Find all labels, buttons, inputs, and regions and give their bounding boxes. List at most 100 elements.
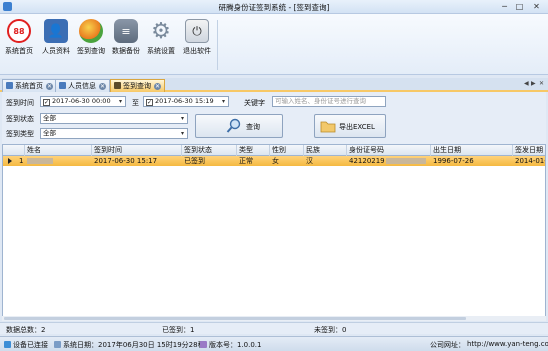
header-sign-status[interactable]: 签到状态 xyxy=(182,145,237,156)
cell-gender: 女 xyxy=(272,157,279,165)
sign-records-table: 姓名 签到时间 签到状态 类型 性别 民族 身份证号码 出生日期 签发日期 1 … xyxy=(2,144,546,321)
tab-sign-label: 签到查询 xyxy=(123,82,151,90)
redacted-name xyxy=(27,158,53,164)
cell-name xyxy=(25,156,92,166)
scrollbar-thumb[interactable] xyxy=(4,317,466,320)
window-title: 研腾身份证签到系统 - [签到查询] xyxy=(218,3,330,12)
cell-ethnicity: 汉 xyxy=(306,157,313,165)
chevron-down-icon: ▾ xyxy=(180,130,184,137)
horizontal-scrollbar[interactable] xyxy=(2,316,546,321)
query-button-label: 查询 xyxy=(246,123,260,131)
sign-status-value: 全部 xyxy=(43,114,56,122)
header-type[interactable]: 类型 xyxy=(237,145,270,156)
sign-status-select[interactable]: 全部 ▾ xyxy=(40,113,188,124)
version-text: 版本号：1.0.0.1 xyxy=(209,341,262,349)
exit-button[interactable]: ⏻ 退出软件 xyxy=(180,17,214,73)
chevron-down-icon: ▾ xyxy=(180,115,184,122)
folder-icon xyxy=(320,118,336,134)
system-date-text: 系统日期：2017年06月30日 15时19分28秒 xyxy=(63,341,205,349)
person-info-button[interactable]: 👤 人员资料 xyxy=(39,17,73,73)
tab-person-info[interactable]: 人员信息 ✕ xyxy=(55,79,110,92)
tab-scroll-right-icon[interactable]: ▶ xyxy=(531,80,536,87)
to-label: 至 xyxy=(132,99,139,107)
power-icon: ⏻ xyxy=(185,19,209,43)
version-icon xyxy=(200,341,207,348)
company-site-label: 公司网址： xyxy=(430,341,465,349)
header-ethnicity[interactable]: 民族 xyxy=(304,145,347,156)
total-count: 数据总数：2 xyxy=(6,326,46,334)
tab-scroll-left-icon[interactable]: ◀ xyxy=(524,80,529,87)
home-tab-icon xyxy=(6,82,13,89)
title-bar: 研腾身份证签到系统 - [签到查询] ─ □ ✕ xyxy=(0,0,548,14)
home-button[interactable]: 88 系统首页 xyxy=(2,17,36,73)
minimize-button[interactable]: ─ xyxy=(497,1,512,12)
end-checkbox[interactable]: ✓ xyxy=(146,99,153,106)
home-88-icon: 88 xyxy=(7,19,31,43)
settings-button[interactable]: ⚙ 系统设置 xyxy=(144,17,178,73)
tab-person-label: 人员信息 xyxy=(68,82,96,90)
cell-type: 正常 xyxy=(239,157,253,165)
calendar-icon[interactable]: ▾ xyxy=(219,97,228,106)
export-excel-button[interactable]: 导出EXCEL xyxy=(314,114,386,138)
header-name[interactable]: 姓名 xyxy=(25,145,92,156)
signed-count: 已签到：1 xyxy=(162,326,195,334)
sign-type-select[interactable]: 全部 ▾ xyxy=(40,128,188,139)
backup-button[interactable]: ≡ 数据备份 xyxy=(109,17,143,73)
maximize-button[interactable]: □ xyxy=(512,1,527,12)
id-number-value: 42120219 xyxy=(349,157,385,165)
tab-home[interactable]: 系统首页 ✕ xyxy=(2,79,57,92)
cell-sign-status: 已签到 xyxy=(184,157,205,165)
start-checkbox[interactable]: ✓ xyxy=(43,99,50,106)
cell-issue-date: 2014-01-28 xyxy=(515,157,545,165)
tab-home-label: 系统首页 xyxy=(15,82,43,90)
sign-status-label: 签到状态 xyxy=(6,115,34,123)
cell-sign-time: 2017-06-30 15:17 xyxy=(94,157,158,165)
device-icon xyxy=(4,341,11,348)
table-row[interactable]: 1 2017-06-30 15:17 已签到 正常 女 汉 42120219 1… xyxy=(3,156,545,166)
tab-bar: 系统首页 ✕ 人员信息 ✕ 签到查询 ✕ ◀ ▶ ✕ xyxy=(0,78,548,92)
end-date-value: 2017-06-30 15:19 xyxy=(155,97,214,105)
unsigned-count: 未签到：0 xyxy=(314,326,347,334)
end-date-picker[interactable]: ✓ 2017-06-30 15:19 ▾ xyxy=(143,96,229,107)
device-status-text: 设备已连接 xyxy=(13,341,48,349)
keyword-placeholder: 可输入姓名、身份证号进行查询 xyxy=(275,97,366,105)
redacted-id-suffix xyxy=(385,158,426,164)
calendar-icon[interactable]: ▾ xyxy=(116,97,125,106)
table-header: 姓名 签到时间 签到状态 类型 性别 民族 身份证号码 出生日期 签发日期 xyxy=(3,145,545,156)
export-button-label: 导出EXCEL xyxy=(339,123,375,131)
gear-icon: ⚙ xyxy=(151,18,171,44)
database-icon: ≡ xyxy=(114,19,138,43)
clock-icon xyxy=(54,341,61,348)
tab-sign-query[interactable]: 签到查询 ✕ xyxy=(110,79,165,92)
status-bar: 设备已连接 系统日期：2017年06月30日 15时19分28秒 版本号：1.0… xyxy=(0,336,548,351)
start-date-value: 2017-06-30 00:00 xyxy=(52,97,111,105)
company-url-link[interactable]: http://www.yan-teng.com xyxy=(467,340,548,348)
keyword-input[interactable]: 可输入姓名、身份证号进行查询 xyxy=(272,96,386,107)
ribbon-divider xyxy=(217,20,218,70)
header-indicator xyxy=(3,145,25,156)
keyword-label: 关键字 xyxy=(244,99,265,107)
device-status: 设备已连接 xyxy=(4,340,48,350)
header-issue-date[interactable]: 签发日期 xyxy=(513,145,545,156)
sign-query-button[interactable]: 签到查询 xyxy=(74,17,108,73)
sign-time-label: 签到时间 xyxy=(6,99,34,107)
close-button[interactable]: ✕ xyxy=(529,1,544,12)
tab-close-icon[interactable]: ✕ xyxy=(46,83,53,90)
header-id-number[interactable]: 身份证号码 xyxy=(347,145,431,156)
tab-close-all-icon[interactable]: ✕ xyxy=(539,80,544,87)
header-sign-time[interactable]: 签到时间 xyxy=(92,145,182,156)
tab-close-icon[interactable]: ✕ xyxy=(99,83,106,90)
cell-birth-date: 1996-07-26 xyxy=(433,157,474,165)
exit-label: 退出软件 xyxy=(183,47,211,55)
version: 版本号：1.0.0.1 xyxy=(200,340,262,350)
header-birth-date[interactable]: 出生日期 xyxy=(431,145,513,156)
header-gender[interactable]: 性别 xyxy=(270,145,304,156)
filter-panel: 签到时间 ✓ 2017-06-30 00:00 ▾ 至 ✓ 2017-06-30 15… xyxy=(2,92,546,144)
current-row-indicator-icon xyxy=(8,158,12,164)
ribbon-toolbar: 88 系统首页 👤 人员资料 签到查询 ≡ 数据备份 ⚙ 系统设置 ⏻ 退出软件 xyxy=(0,14,548,75)
tab-close-icon[interactable]: ✕ xyxy=(154,83,161,90)
system-date: 系统日期：2017年06月30日 15时19分28秒 xyxy=(54,340,205,350)
start-date-picker[interactable]: ✓ 2017-06-30 00:00 ▾ xyxy=(40,96,126,107)
sign-type-value: 全部 xyxy=(43,129,56,137)
query-button[interactable]: 查询 xyxy=(195,114,283,138)
